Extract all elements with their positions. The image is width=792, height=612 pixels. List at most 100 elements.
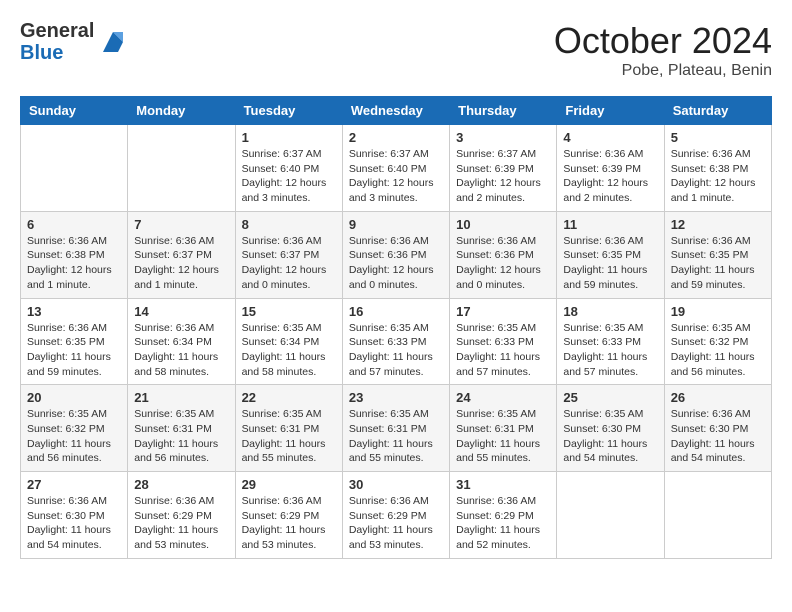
day-cell: 6 Sunrise: 6:36 AM Sunset: 6:38 PM Daylig… bbox=[21, 211, 128, 298]
day-number: 10 bbox=[456, 217, 550, 232]
page-header: General Blue October 2024 Pobe, Plateau,… bbox=[20, 20, 772, 80]
day-cell: 5 Sunrise: 6:36 AM Sunset: 6:38 PM Daylig… bbox=[664, 125, 771, 212]
day-cell: 4 Sunrise: 6:36 AM Sunset: 6:39 PM Daylig… bbox=[557, 125, 664, 212]
day-cell: 13 Sunrise: 6:36 AM Sunset: 6:35 PM Dayli… bbox=[21, 298, 128, 385]
day-cell: 10 Sunrise: 6:36 AM Sunset: 6:36 PM Dayli… bbox=[450, 211, 557, 298]
day-info: Sunrise: 6:36 AM Sunset: 6:29 PM Dayligh… bbox=[134, 494, 228, 553]
day-number: 30 bbox=[349, 477, 443, 492]
col-monday: Monday bbox=[128, 97, 235, 125]
day-cell: 21 Sunrise: 6:35 AM Sunset: 6:31 PM Dayli… bbox=[128, 385, 235, 472]
day-cell: 23 Sunrise: 6:35 AM Sunset: 6:31 PM Dayli… bbox=[342, 385, 449, 472]
calendar-header: Sunday Monday Tuesday Wednesday Thursday… bbox=[21, 97, 772, 125]
col-wednesday: Wednesday bbox=[342, 97, 449, 125]
calendar-table: Sunday Monday Tuesday Wednesday Thursday… bbox=[20, 96, 772, 559]
day-info: Sunrise: 6:36 AM Sunset: 6:36 PM Dayligh… bbox=[456, 234, 550, 293]
day-info: Sunrise: 6:36 AM Sunset: 6:36 PM Dayligh… bbox=[349, 234, 443, 293]
day-number: 3 bbox=[456, 130, 550, 145]
day-info: Sunrise: 6:35 AM Sunset: 6:32 PM Dayligh… bbox=[27, 407, 121, 466]
col-friday: Friday bbox=[557, 97, 664, 125]
day-number: 26 bbox=[671, 390, 765, 405]
day-number: 23 bbox=[349, 390, 443, 405]
day-info: Sunrise: 6:35 AM Sunset: 6:33 PM Dayligh… bbox=[563, 321, 657, 380]
day-number: 16 bbox=[349, 304, 443, 319]
header-row: Sunday Monday Tuesday Wednesday Thursday… bbox=[21, 97, 772, 125]
day-cell: 31 Sunrise: 6:36 AM Sunset: 6:29 PM Dayli… bbox=[450, 472, 557, 559]
day-cell: 30 Sunrise: 6:36 AM Sunset: 6:29 PM Dayli… bbox=[342, 472, 449, 559]
day-number: 5 bbox=[671, 130, 765, 145]
day-cell bbox=[557, 472, 664, 559]
day-cell bbox=[21, 125, 128, 212]
day-info: Sunrise: 6:36 AM Sunset: 6:29 PM Dayligh… bbox=[242, 494, 336, 553]
day-info: Sunrise: 6:36 AM Sunset: 6:37 PM Dayligh… bbox=[134, 234, 228, 293]
day-number: 12 bbox=[671, 217, 765, 232]
day-number: 29 bbox=[242, 477, 336, 492]
day-number: 17 bbox=[456, 304, 550, 319]
day-number: 18 bbox=[563, 304, 657, 319]
day-number: 4 bbox=[563, 130, 657, 145]
day-info: Sunrise: 6:37 AM Sunset: 6:39 PM Dayligh… bbox=[456, 147, 550, 206]
title-block: October 2024 Pobe, Plateau, Benin bbox=[554, 20, 772, 80]
day-number: 20 bbox=[27, 390, 121, 405]
day-info: Sunrise: 6:37 AM Sunset: 6:40 PM Dayligh… bbox=[349, 147, 443, 206]
day-cell bbox=[128, 125, 235, 212]
day-info: Sunrise: 6:36 AM Sunset: 6:39 PM Dayligh… bbox=[563, 147, 657, 206]
day-cell: 2 Sunrise: 6:37 AM Sunset: 6:40 PM Daylig… bbox=[342, 125, 449, 212]
day-number: 9 bbox=[349, 217, 443, 232]
week-row-3: 13 Sunrise: 6:36 AM Sunset: 6:35 PM Dayli… bbox=[21, 298, 772, 385]
location-subtitle: Pobe, Plateau, Benin bbox=[554, 62, 772, 80]
day-info: Sunrise: 6:35 AM Sunset: 6:31 PM Dayligh… bbox=[242, 407, 336, 466]
day-number: 21 bbox=[134, 390, 228, 405]
day-cell: 28 Sunrise: 6:36 AM Sunset: 6:29 PM Dayli… bbox=[128, 472, 235, 559]
day-info: Sunrise: 6:36 AM Sunset: 6:30 PM Dayligh… bbox=[671, 407, 765, 466]
day-info: Sunrise: 6:36 AM Sunset: 6:29 PM Dayligh… bbox=[456, 494, 550, 553]
day-number: 14 bbox=[134, 304, 228, 319]
day-number: 6 bbox=[27, 217, 121, 232]
day-cell: 7 Sunrise: 6:36 AM Sunset: 6:37 PM Daylig… bbox=[128, 211, 235, 298]
col-tuesday: Tuesday bbox=[235, 97, 342, 125]
day-number: 13 bbox=[27, 304, 121, 319]
day-info: Sunrise: 6:36 AM Sunset: 6:35 PM Dayligh… bbox=[27, 321, 121, 380]
day-number: 28 bbox=[134, 477, 228, 492]
day-number: 22 bbox=[242, 390, 336, 405]
day-cell: 3 Sunrise: 6:37 AM Sunset: 6:39 PM Daylig… bbox=[450, 125, 557, 212]
day-number: 15 bbox=[242, 304, 336, 319]
day-cell: 26 Sunrise: 6:36 AM Sunset: 6:30 PM Dayli… bbox=[664, 385, 771, 472]
day-cell bbox=[664, 472, 771, 559]
day-info: Sunrise: 6:36 AM Sunset: 6:35 PM Dayligh… bbox=[563, 234, 657, 293]
day-cell: 22 Sunrise: 6:35 AM Sunset: 6:31 PM Dayli… bbox=[235, 385, 342, 472]
day-info: Sunrise: 6:35 AM Sunset: 6:33 PM Dayligh… bbox=[349, 321, 443, 380]
day-info: Sunrise: 6:35 AM Sunset: 6:31 PM Dayligh… bbox=[456, 407, 550, 466]
day-cell: 12 Sunrise: 6:36 AM Sunset: 6:35 PM Dayli… bbox=[664, 211, 771, 298]
week-row-5: 27Sunrise: 6:36 AM Sunset: 6:30 PM Dayli… bbox=[21, 472, 772, 559]
day-number: 31 bbox=[456, 477, 550, 492]
day-info: Sunrise: 6:35 AM Sunset: 6:32 PM Dayligh… bbox=[671, 321, 765, 380]
day-cell: 25Sunrise: 6:35 AM Sunset: 6:30 PM Dayli… bbox=[557, 385, 664, 472]
week-row-1: 1 Sunrise: 6:37 AM Sunset: 6:40 PM Daylig… bbox=[21, 125, 772, 212]
day-number: 1 bbox=[242, 130, 336, 145]
day-number: 7 bbox=[134, 217, 228, 232]
day-info: Sunrise: 6:35 AM Sunset: 6:31 PM Dayligh… bbox=[134, 407, 228, 466]
day-info: Sunrise: 6:36 AM Sunset: 6:37 PM Dayligh… bbox=[242, 234, 336, 293]
day-cell: 24Sunrise: 6:35 AM Sunset: 6:31 PM Dayli… bbox=[450, 385, 557, 472]
day-info: Sunrise: 6:36 AM Sunset: 6:38 PM Dayligh… bbox=[27, 234, 121, 293]
col-saturday: Saturday bbox=[664, 97, 771, 125]
day-info: Sunrise: 6:35 AM Sunset: 6:30 PM Dayligh… bbox=[563, 407, 657, 466]
week-row-4: 20 Sunrise: 6:35 AM Sunset: 6:32 PM Dayli… bbox=[21, 385, 772, 472]
day-info: Sunrise: 6:36 AM Sunset: 6:35 PM Dayligh… bbox=[671, 234, 765, 293]
day-info: Sunrise: 6:36 AM Sunset: 6:34 PM Dayligh… bbox=[134, 321, 228, 380]
day-info: Sunrise: 6:35 AM Sunset: 6:31 PM Dayligh… bbox=[349, 407, 443, 466]
day-cell: 29 Sunrise: 6:36 AM Sunset: 6:29 PM Dayli… bbox=[235, 472, 342, 559]
day-number: 19 bbox=[671, 304, 765, 319]
day-info: Sunrise: 6:37 AM Sunset: 6:40 PM Dayligh… bbox=[242, 147, 336, 206]
logo-blue: Blue bbox=[20, 42, 94, 64]
day-number: 2 bbox=[349, 130, 443, 145]
day-info: Sunrise: 6:36 AM Sunset: 6:38 PM Dayligh… bbox=[671, 147, 765, 206]
day-info: Sunrise: 6:35 AM Sunset: 6:34 PM Dayligh… bbox=[242, 321, 336, 380]
col-sunday: Sunday bbox=[21, 97, 128, 125]
week-row-2: 6 Sunrise: 6:36 AM Sunset: 6:38 PM Daylig… bbox=[21, 211, 772, 298]
day-number: 8 bbox=[242, 217, 336, 232]
day-info: Sunrise: 6:36 AM Sunset: 6:29 PM Dayligh… bbox=[349, 494, 443, 553]
day-info: Sunrise: 6:35 AM Sunset: 6:33 PM Dayligh… bbox=[456, 321, 550, 380]
logo-icon bbox=[98, 27, 128, 57]
day-cell: 11Sunrise: 6:36 AM Sunset: 6:35 PM Dayli… bbox=[557, 211, 664, 298]
